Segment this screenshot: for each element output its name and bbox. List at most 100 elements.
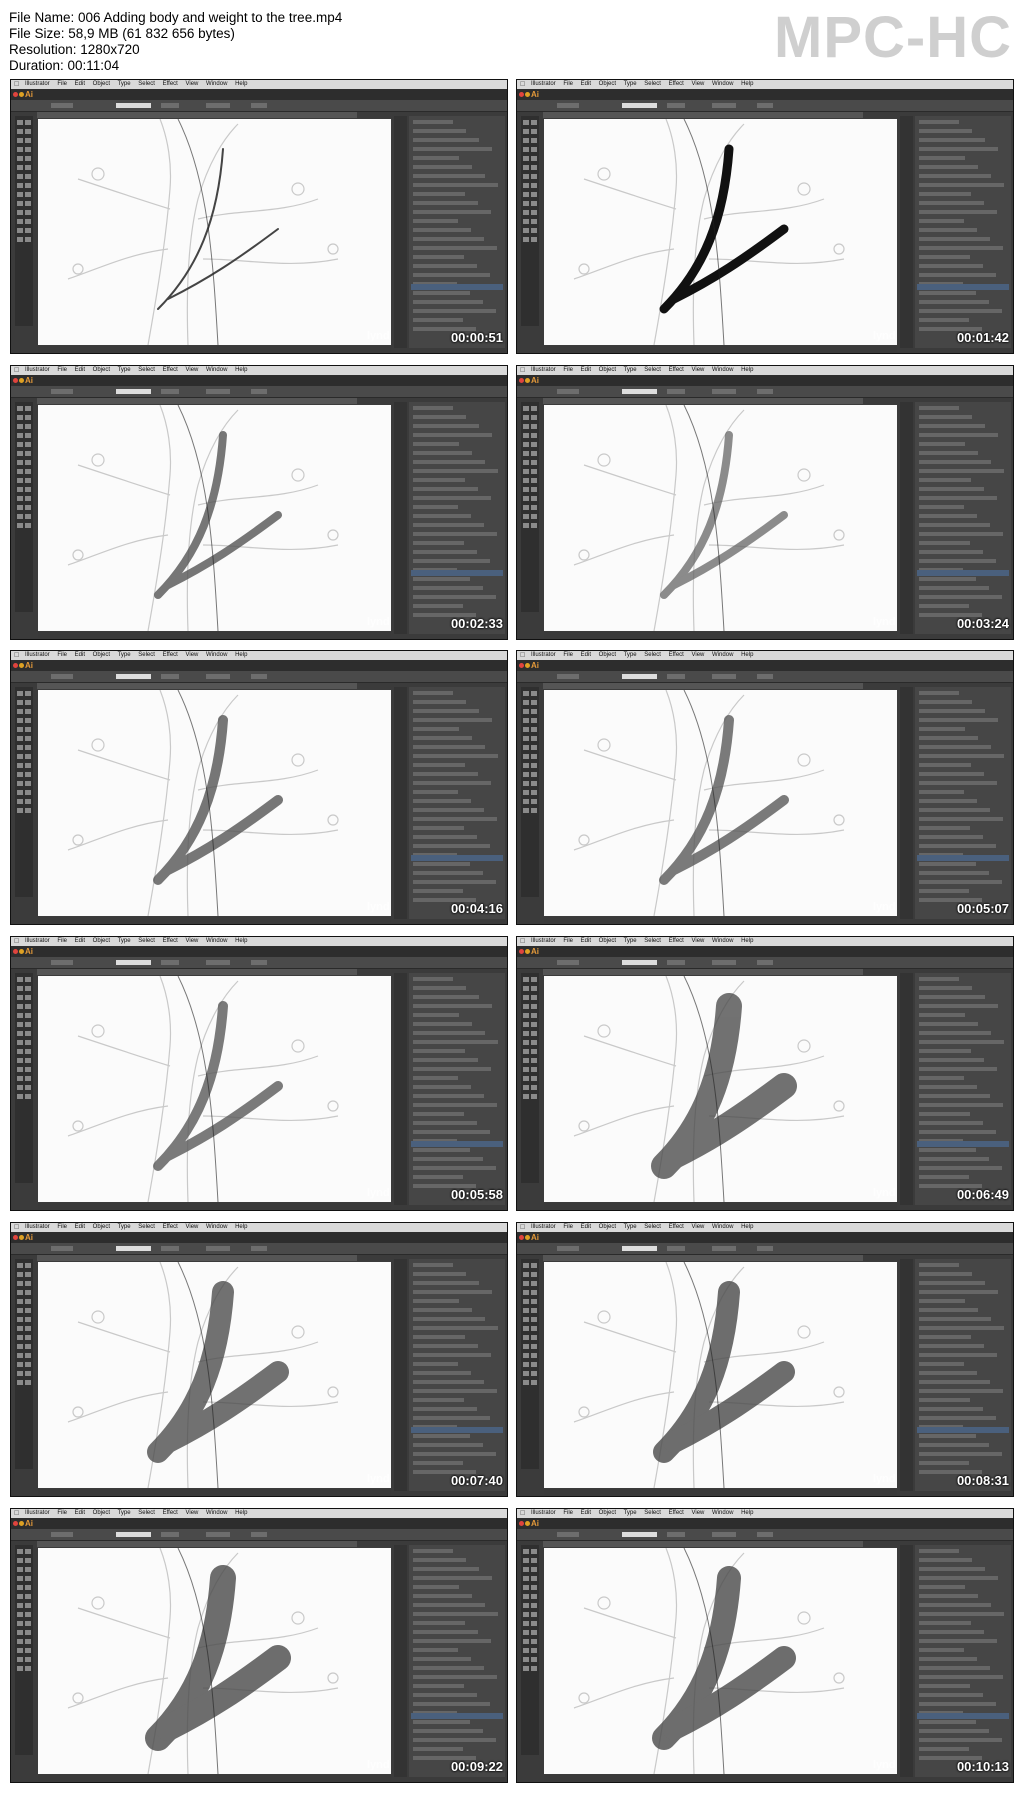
tool-icon[interactable] xyxy=(25,1326,31,1331)
tool-icon[interactable] xyxy=(25,505,31,510)
tool-icon[interactable] xyxy=(25,1576,31,1581)
properties-panel[interactable] xyxy=(915,1545,1011,1777)
tool-icon[interactable] xyxy=(523,424,529,429)
tool-icon[interactable] xyxy=(523,433,529,438)
tool-icon[interactable] xyxy=(531,120,537,125)
tool-icon[interactable] xyxy=(523,183,529,188)
tool-icon[interactable] xyxy=(523,1299,529,1304)
apple-icon[interactable]:  xyxy=(520,651,525,660)
menu-items[interactable]: Illustrator File Edit Object Type Select… xyxy=(531,366,753,375)
panel-icons-strip[interactable] xyxy=(394,973,407,1205)
tool-icon[interactable] xyxy=(17,1076,23,1081)
selected-layer-row[interactable] xyxy=(917,1427,1009,1433)
tool-icon[interactable] xyxy=(17,433,23,438)
tool-icon[interactable] xyxy=(17,460,23,465)
tool-icon[interactable] xyxy=(17,156,23,161)
tool-icon[interactable] xyxy=(25,709,31,714)
tool-icon[interactable] xyxy=(523,228,529,233)
tool-icon[interactable] xyxy=(523,1549,529,1554)
tool-icon[interactable] xyxy=(531,763,537,768)
tool-icon[interactable] xyxy=(17,1058,23,1063)
properties-panel[interactable] xyxy=(915,1259,1011,1491)
tool-icon[interactable] xyxy=(523,1371,529,1376)
tool-icon[interactable] xyxy=(25,1308,31,1313)
tool-icon[interactable] xyxy=(523,995,529,1000)
tool-icon[interactable] xyxy=(531,1657,537,1662)
tool-icon[interactable] xyxy=(531,469,537,474)
tool-icon[interactable] xyxy=(531,228,537,233)
tool-icon[interactable] xyxy=(531,1612,537,1617)
tool-icon[interactable] xyxy=(523,1621,529,1626)
tool-icon[interactable] xyxy=(523,1058,529,1063)
tool-icon[interactable] xyxy=(531,1567,537,1572)
tool-icon[interactable] xyxy=(531,147,537,152)
tool-icon[interactable] xyxy=(17,1353,23,1358)
selected-layer-row[interactable] xyxy=(411,855,503,861)
tool-icon[interactable] xyxy=(17,415,23,420)
tool-icon[interactable] xyxy=(531,986,537,991)
tool-icon[interactable] xyxy=(17,147,23,152)
tool-icon[interactable] xyxy=(25,424,31,429)
tool-icon[interactable] xyxy=(25,1299,31,1304)
tool-icon[interactable] xyxy=(523,1648,529,1653)
tool-icon[interactable] xyxy=(17,986,23,991)
document-tab[interactable] xyxy=(37,112,357,118)
tool-icon[interactable] xyxy=(523,736,529,741)
tool-icon[interactable] xyxy=(531,1281,537,1286)
document-tab[interactable] xyxy=(37,1541,357,1547)
tool-icon[interactable] xyxy=(25,745,31,750)
tool-icon[interactable] xyxy=(17,1094,23,1099)
selected-layer-row[interactable] xyxy=(917,1141,1009,1147)
tool-icon[interactable] xyxy=(25,727,31,732)
tool-icon[interactable] xyxy=(25,691,31,696)
tool-icon[interactable] xyxy=(17,192,23,197)
tool-icon[interactable] xyxy=(523,201,529,206)
tool-icon[interactable] xyxy=(17,691,23,696)
control-bar[interactable] xyxy=(517,386,1013,398)
tool-icon[interactable] xyxy=(25,1013,31,1018)
tool-icon[interactable] xyxy=(25,986,31,991)
tool-icon[interactable] xyxy=(523,1094,529,1099)
tool-icon[interactable] xyxy=(531,210,537,215)
menu-items[interactable]: Illustrator File Edit Object Type Select… xyxy=(531,651,753,660)
artboard-canvas[interactable] xyxy=(38,405,391,631)
tool-icon[interactable] xyxy=(17,1585,23,1590)
properties-panel[interactable] xyxy=(409,1545,505,1777)
tool-icon[interactable] xyxy=(523,406,529,411)
tool-icon[interactable] xyxy=(17,1576,23,1581)
apple-icon[interactable]:  xyxy=(14,366,19,375)
tool-icon[interactable] xyxy=(523,1031,529,1036)
tool-icon[interactable] xyxy=(531,1326,537,1331)
tool-icon[interactable] xyxy=(17,1371,23,1376)
tool-icon[interactable] xyxy=(17,478,23,483)
properties-panel[interactable] xyxy=(409,116,505,348)
tool-icon[interactable] xyxy=(17,1290,23,1295)
control-bar[interactable] xyxy=(11,1529,507,1541)
tool-icon[interactable] xyxy=(17,1040,23,1045)
tool-icon[interactable] xyxy=(25,1380,31,1385)
selected-layer-row[interactable] xyxy=(411,1141,503,1147)
tool-icon[interactable] xyxy=(523,772,529,777)
apple-icon[interactable]:  xyxy=(14,651,19,660)
tool-icon[interactable] xyxy=(531,1299,537,1304)
tool-icon[interactable] xyxy=(17,718,23,723)
properties-panel[interactable] xyxy=(915,973,1011,1205)
tool-icon[interactable] xyxy=(17,183,23,188)
tool-icon[interactable] xyxy=(531,1317,537,1322)
tool-icon[interactable] xyxy=(531,1585,537,1590)
apple-icon[interactable]:  xyxy=(14,1509,19,1518)
tool-icon[interactable] xyxy=(17,424,23,429)
tool-icon[interactable] xyxy=(25,1594,31,1599)
tool-icon[interactable] xyxy=(523,1353,529,1358)
tool-icon[interactable] xyxy=(17,406,23,411)
tool-icon[interactable] xyxy=(17,1621,23,1626)
panel-icons-strip[interactable] xyxy=(900,402,913,634)
tool-icon[interactable] xyxy=(531,237,537,242)
control-bar[interactable] xyxy=(517,1529,1013,1541)
tool-icon[interactable] xyxy=(531,433,537,438)
tool-icon[interactable] xyxy=(523,781,529,786)
tool-icon[interactable] xyxy=(25,1263,31,1268)
tool-icon[interactable] xyxy=(25,1558,31,1563)
tool-icon[interactable] xyxy=(523,727,529,732)
artboard-canvas[interactable] xyxy=(544,976,897,1202)
